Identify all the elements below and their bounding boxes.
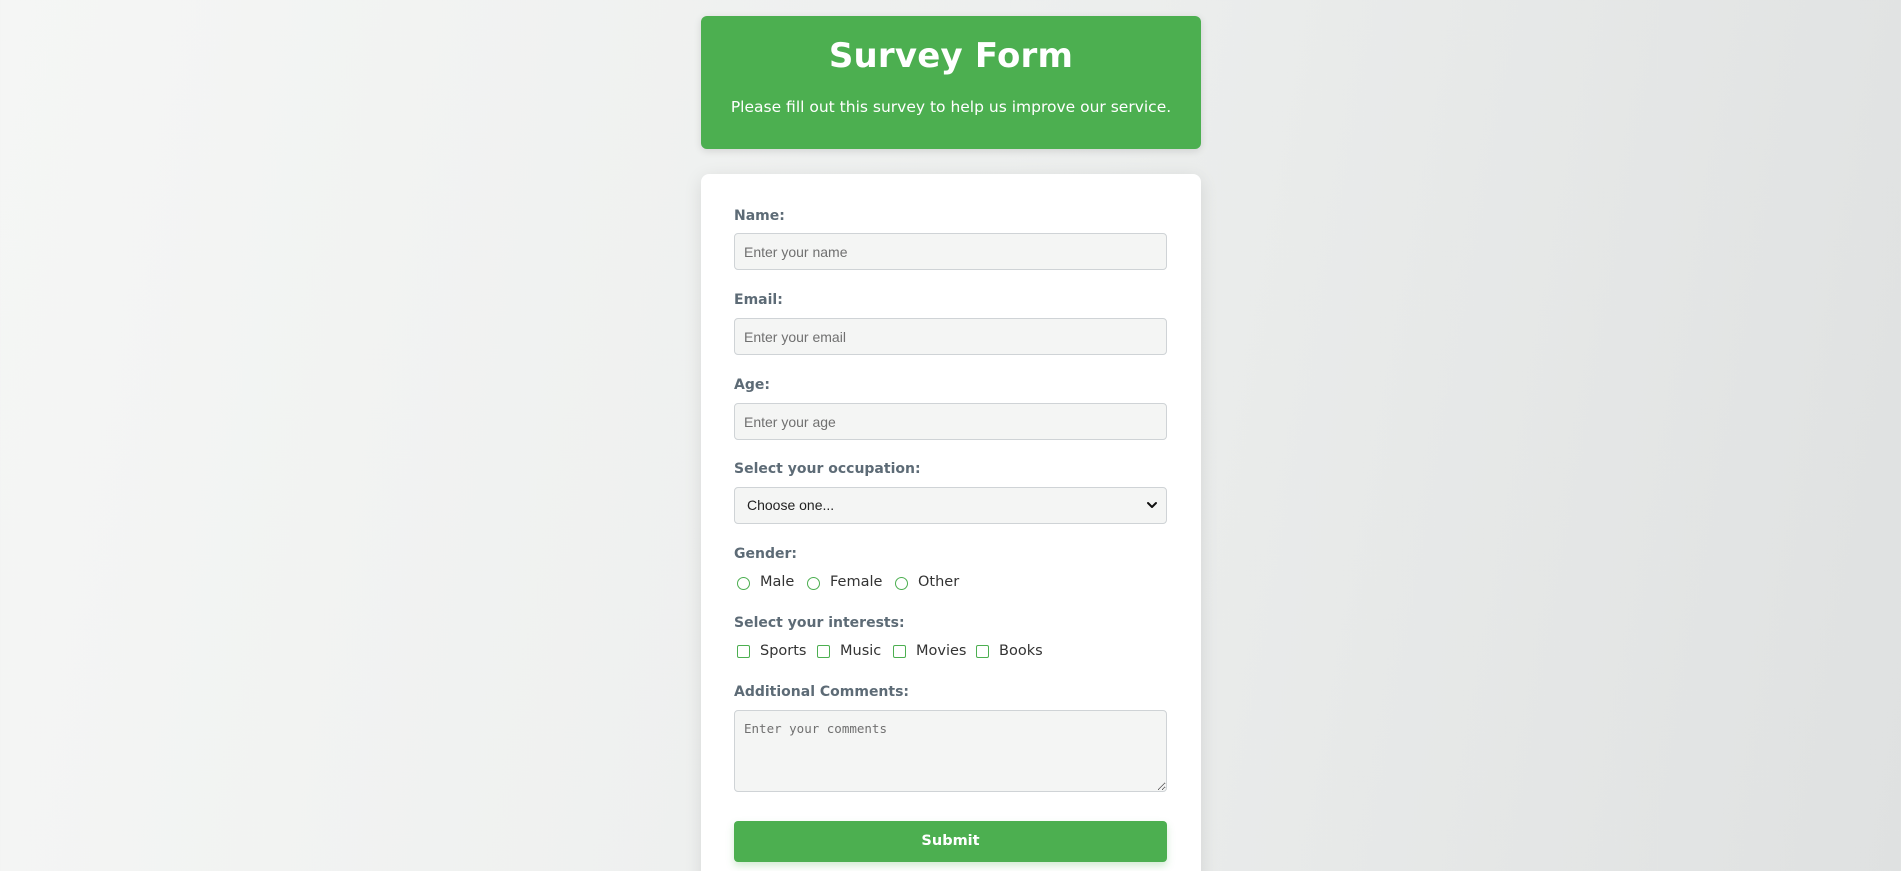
- radio-button[interactable]: [895, 577, 908, 590]
- name-input[interactable]: [734, 233, 1167, 270]
- gender-option-label: Other: [918, 574, 960, 590]
- age-input[interactable]: [734, 403, 1167, 440]
- interest-option-label: Music: [840, 643, 882, 659]
- occupation-selected-value: Choose one...: [747, 497, 835, 513]
- submit-button[interactable]: Submit: [734, 821, 1167, 862]
- interest-option-label: Movies: [916, 643, 967, 659]
- chevron-down-icon: [1147, 502, 1157, 508]
- survey-header: Survey Form Please fill out this survey …: [701, 16, 1201, 149]
- gender-option-label: Male: [760, 574, 795, 590]
- comments-label: Additional Comments:: [734, 684, 910, 700]
- gender-label: Gender:: [734, 546, 797, 562]
- checkbox[interactable]: [737, 645, 750, 658]
- radio-button[interactable]: [807, 577, 820, 590]
- checkbox[interactable]: [893, 645, 906, 658]
- page-title: Survey Form: [828, 36, 1074, 76]
- email-input[interactable]: [734, 318, 1167, 355]
- interest-option-label: Sports: [760, 643, 807, 659]
- comments-textarea[interactable]: [734, 710, 1167, 792]
- checkbox[interactable]: [976, 645, 989, 658]
- page-subtitle: Please fill out this survey to help us i…: [730, 98, 1172, 116]
- interest-option-label: Books: [999, 643, 1043, 659]
- survey-form-card: Name: Email: Age: Select your occupation…: [701, 174, 1201, 871]
- checkbox[interactable]: [817, 645, 830, 658]
- gender-option-label: Female: [830, 574, 883, 590]
- occupation-label: Select your occupation:: [734, 461, 921, 477]
- email-label: Email:: [734, 292, 783, 308]
- radio-button[interactable]: [737, 577, 750, 590]
- occupation-select[interactable]: Choose one...: [734, 487, 1167, 524]
- interests-label: Select your interests:: [734, 615, 905, 631]
- name-label: Name:: [734, 208, 785, 224]
- age-label: Age:: [734, 377, 770, 393]
